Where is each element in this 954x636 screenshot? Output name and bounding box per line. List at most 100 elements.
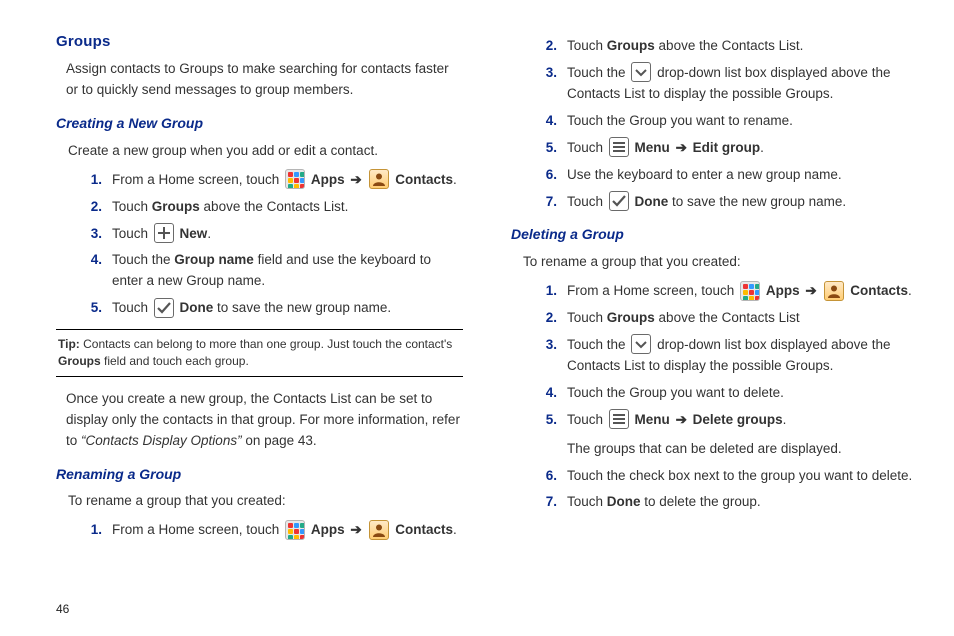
text: . <box>908 283 912 298</box>
list-item: 1. From a Home screen, touch Apps ➔ Cont… <box>531 281 918 302</box>
text: to save the new group name. <box>668 194 846 209</box>
text: Touch <box>567 494 607 509</box>
step-note: The groups that can be deleted are displ… <box>567 439 918 460</box>
text-bold: Done <box>635 194 669 209</box>
tip-label: Tip: <box>58 337 80 351</box>
text: to save the new group name. <box>213 300 391 315</box>
step-number: 4. <box>76 250 112 292</box>
two-column-layout: Groups Assign contacts to Groups to make… <box>56 30 918 594</box>
step-number: 3. <box>531 335 567 377</box>
text-bold: Menu <box>635 412 670 427</box>
list-item: 2. Touch Groups above the Contacts List <box>531 308 918 329</box>
apps-icon <box>285 520 305 540</box>
arrow-icon: ➔ <box>805 283 816 298</box>
page-number: 46 <box>56 602 918 616</box>
list-item: 6. Touch the check box next to the group… <box>531 466 918 487</box>
text-bold: Groups <box>607 38 655 53</box>
step-text: Touch Menu ➔ Delete groups. The groups t… <box>567 410 918 460</box>
menu-icon <box>609 409 629 429</box>
list-item: 2. Touch Groups above the Contacts List. <box>531 36 918 57</box>
text: Touch <box>567 412 607 427</box>
arrow-icon: ➔ <box>676 412 687 427</box>
text: . <box>783 412 787 427</box>
text: . <box>453 522 457 537</box>
tip-text: field and touch each group. <box>101 354 249 368</box>
text: From a Home screen, touch <box>112 172 283 187</box>
contacts-icon <box>369 169 389 189</box>
contacts-icon <box>824 281 844 301</box>
step-text: Touch Menu ➔ Edit group. <box>567 138 918 159</box>
contacts-label: Contacts <box>395 172 453 187</box>
step-number: 2. <box>531 308 567 329</box>
step-text: Touch Groups above the Contacts List <box>567 308 918 329</box>
renaming-steps: 1. From a Home screen, touch Apps ➔ Cont… <box>76 520 463 541</box>
text: Touch the <box>567 337 629 352</box>
right-column: 2. Touch Groups above the Contacts List.… <box>511 30 918 594</box>
text: Touch <box>567 38 607 53</box>
groups-intro: Assign contacts to Groups to make search… <box>66 59 463 101</box>
step-number: 2. <box>531 36 567 57</box>
text: above the Contacts List. <box>655 38 804 53</box>
text: . <box>207 226 211 241</box>
creating-intro: Create a new group when you add or edit … <box>68 141 463 162</box>
text: . <box>453 172 457 187</box>
step-text: Touch Done to save the new group name. <box>567 192 918 213</box>
after-tip-paragraph: Once you create a new group, the Contact… <box>66 389 463 452</box>
text: Touch the <box>112 252 174 267</box>
text: to delete the group. <box>641 494 761 509</box>
step-text: Touch the Group you want to delete. <box>567 383 918 404</box>
text-bold: Done <box>607 494 641 509</box>
tip-box: Tip: Contacts can belong to more than on… <box>56 329 463 377</box>
list-item: 3. Touch New. <box>76 224 463 245</box>
step-number: 6. <box>531 165 567 186</box>
step-text: From a Home screen, touch Apps ➔ Contact… <box>112 520 463 541</box>
text: From a Home screen, touch <box>112 522 283 537</box>
text-bold: Groups <box>152 199 200 214</box>
text-bold: Menu <box>635 140 670 155</box>
list-item: 4. Touch the Group you want to rename. <box>531 111 918 132</box>
step-number: 7. <box>531 492 567 513</box>
list-item: 3. Touch the drop-down list box displaye… <box>531 335 918 377</box>
step-text: Touch the drop-down list box displayed a… <box>567 335 918 377</box>
step-number: 4. <box>531 383 567 404</box>
step-text: Touch the Group you want to rename. <box>567 111 918 132</box>
text-bold: New <box>180 226 208 241</box>
text: Touch <box>112 226 152 241</box>
heading-renaming-group: Renaming a Group <box>56 464 463 486</box>
arrow-icon: ➔ <box>350 522 361 537</box>
apps-label: Apps <box>311 522 345 537</box>
checkmark-icon <box>609 191 629 211</box>
step-number: 3. <box>76 224 112 245</box>
list-item: 7. Touch Done to save the new group name… <box>531 192 918 213</box>
text-bold: Done <box>180 300 214 315</box>
tip-bold: Groups <box>58 354 101 368</box>
contacts-icon <box>369 520 389 540</box>
checkmark-icon <box>154 298 174 318</box>
manual-page: Groups Assign contacts to Groups to make… <box>0 0 954 636</box>
list-item: 5. Touch Menu ➔ Edit group. <box>531 138 918 159</box>
heading-deleting-group: Deleting a Group <box>511 224 918 246</box>
text: . <box>760 140 764 155</box>
cross-reference: “Contacts Display Options” <box>81 433 242 448</box>
heading-creating-group: Creating a New Group <box>56 113 463 135</box>
text-bold: Delete groups <box>693 412 783 427</box>
text-bold: Edit group <box>693 140 761 155</box>
step-text: Touch the Group name field and use the k… <box>112 250 463 292</box>
step-number: 5. <box>531 410 567 460</box>
text: From a Home screen, touch <box>567 283 738 298</box>
step-text: Touch Done to delete the group. <box>567 492 918 513</box>
step-number: 3. <box>531 63 567 105</box>
step-number: 7. <box>531 192 567 213</box>
left-column: Groups Assign contacts to Groups to make… <box>56 30 463 594</box>
step-text: Touch Groups above the Contacts List. <box>112 197 463 218</box>
renaming-intro: To rename a group that you created: <box>68 491 463 512</box>
creating-steps: 1. From a Home screen, touch Apps ➔ Cont… <box>76 170 463 320</box>
list-item: 6. Use the keyboard to enter a new group… <box>531 165 918 186</box>
step-text: Touch the check box next to the group yo… <box>567 466 918 487</box>
text: Touch <box>567 310 607 325</box>
text: Touch the <box>567 65 629 80</box>
step-text: From a Home screen, touch Apps ➔ Contact… <box>112 170 463 191</box>
deleting-steps: 1. From a Home screen, touch Apps ➔ Cont… <box>531 281 918 513</box>
text: Touch <box>567 194 607 209</box>
list-item: 4. Touch the Group name field and use th… <box>76 250 463 292</box>
